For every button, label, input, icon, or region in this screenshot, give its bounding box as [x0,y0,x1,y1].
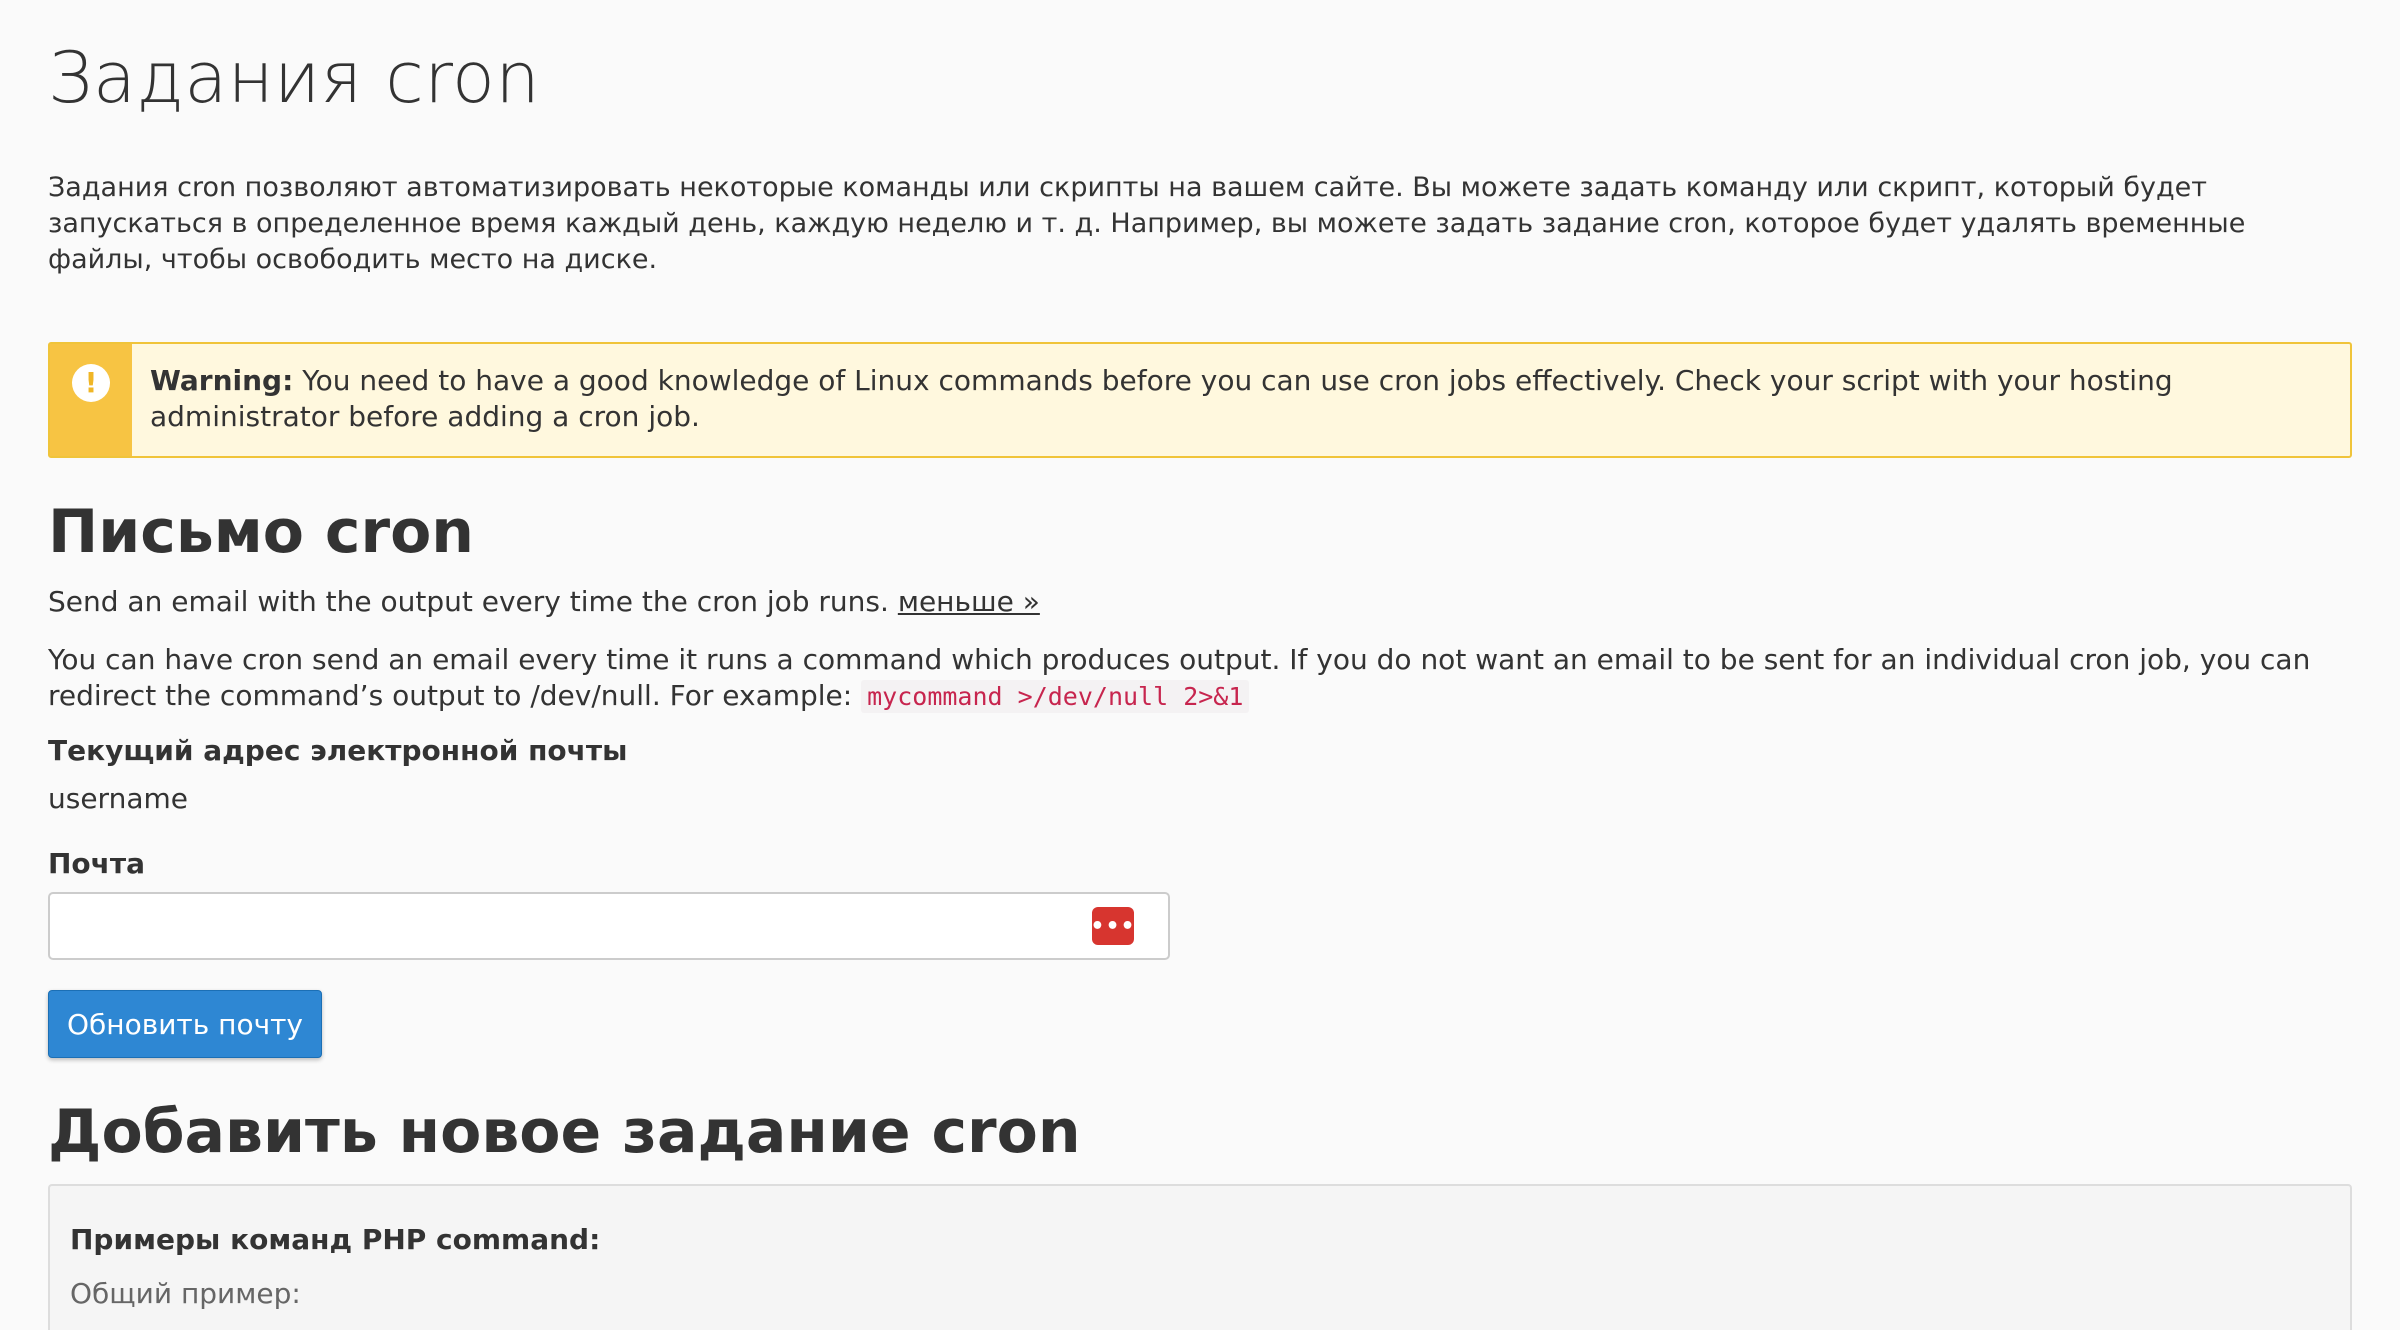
email-field[interactable] [60,896,1064,958]
warning-callout: ! Warning: You need to have a good knowl… [48,342,2352,458]
warning-message: Warning: You need to have a good knowled… [132,344,2350,456]
cron-email-details: You can have cron send an email every ti… [48,642,2352,715]
php-examples-panel: Примеры команд PHP command: Общий пример… [48,1184,2352,1330]
cron-email-description: Send an email with the output every time… [48,584,1040,620]
warning-body: You need to have a good knowledge of Lin… [150,364,2173,433]
current-email-label: Текущий адрес электронной почты [48,734,628,767]
php-examples-title: Примеры команд PHP command: [70,1223,601,1256]
email-field-wrapper: ••• [48,892,1170,960]
cron-email-description-text: Send an email with the output every time… [48,585,898,618]
general-example-label: Общий пример: [70,1277,301,1310]
example-code: mycommand >/dev/null 2>&1 [861,680,1250,713]
warning-label: Warning: [150,364,294,397]
page-title: Задания cron [48,37,541,119]
add-cron-heading: Добавить новое задание cron [48,1097,1081,1167]
current-email-value: username [48,782,188,815]
cron-email-heading: Письмо cron [48,497,475,567]
update-email-button[interactable]: Обновить почту [48,990,322,1058]
less-link[interactable]: меньше » [898,585,1040,618]
intro-text: Задания cron позволяют автоматизировать … [48,172,2246,275]
exclamation-icon: ! [72,364,110,402]
email-field-label: Почта [48,847,146,880]
cron-jobs-page: Задания cron Задания cron позволяют авто… [0,0,2400,1330]
password-manager-icon[interactable]: ••• [1090,907,1135,945]
warning-stripe: ! [50,344,132,456]
